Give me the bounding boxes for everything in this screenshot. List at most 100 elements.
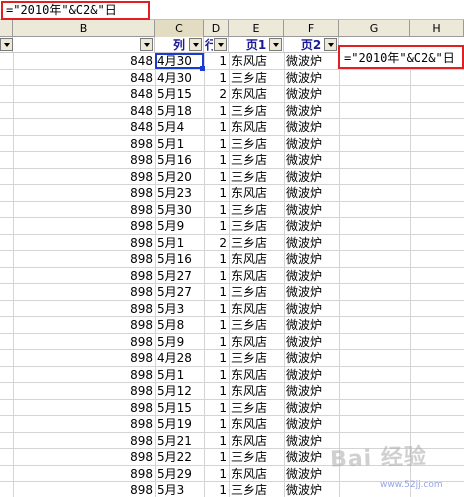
cell-b[interactable]: 848 <box>13 119 155 135</box>
cell-e[interactable]: 东风店 <box>229 466 284 482</box>
col-header-h[interactable]: H <box>410 20 464 37</box>
cell-f[interactable]: 微波炉 <box>284 53 339 69</box>
cell-e[interactable]: 三乡店 <box>229 482 284 497</box>
cell-d[interactable]: 1 <box>204 284 229 300</box>
cell-b[interactable]: 898 <box>13 367 155 383</box>
cell-c[interactable]: 5月9 <box>155 334 204 350</box>
cell-c[interactable]: 4月30 <box>155 70 204 86</box>
filter-dropdown-b-icon[interactable] <box>140 38 153 51</box>
cell-c[interactable]: 5月9 <box>155 218 204 234</box>
cell-c[interactable]: 5月12 <box>155 383 204 399</box>
cell-d[interactable]: 1 <box>204 449 229 465</box>
cell-e[interactable]: 东风店 <box>229 119 284 135</box>
cell-e[interactable]: 三乡店 <box>229 218 284 234</box>
cell-b[interactable]: 898 <box>13 268 155 284</box>
col-header-e[interactable]: E <box>229 20 284 37</box>
cell-f[interactable]: 微波炉 <box>284 334 339 350</box>
cell-e[interactable]: 东风店 <box>229 86 284 102</box>
cell-e[interactable]: 东风店 <box>229 334 284 350</box>
cell-d[interactable]: 1 <box>204 70 229 86</box>
cell-b[interactable]: 898 <box>13 169 155 185</box>
cell-b[interactable]: 898 <box>13 350 155 366</box>
cell-c[interactable]: 5月1 <box>155 136 204 152</box>
cell-e[interactable]: 三乡店 <box>229 449 284 465</box>
filter-dropdown-e-icon[interactable] <box>269 38 282 51</box>
cell-b[interactable]: 898 <box>13 334 155 350</box>
cell-d[interactable]: 1 <box>204 53 229 69</box>
cell-f[interactable]: 微波炉 <box>284 350 339 366</box>
cell-b[interactable]: 848 <box>13 86 155 102</box>
cell-c[interactable]: 5月19 <box>155 416 204 432</box>
cell-b[interactable]: 898 <box>13 136 155 152</box>
cell-f[interactable]: 微波炉 <box>284 400 339 416</box>
cell-d[interactable]: 1 <box>204 301 229 317</box>
cell-f[interactable]: 微波炉 <box>284 103 339 119</box>
cell-f[interactable]: 微波炉 <box>284 235 339 251</box>
cell-f[interactable]: 微波炉 <box>284 185 339 201</box>
cell-f[interactable]: 微波炉 <box>284 416 339 432</box>
cell-e[interactable]: 东风店 <box>229 53 284 69</box>
cell-f[interactable]: 微波炉 <box>284 119 339 135</box>
cell-f[interactable]: 微波炉 <box>284 202 339 218</box>
cell-c[interactable]: 5月3 <box>155 482 204 497</box>
cell-f[interactable]: 微波炉 <box>284 70 339 86</box>
cell-f[interactable]: 微波炉 <box>284 136 339 152</box>
cell-f[interactable]: 微波炉 <box>284 86 339 102</box>
cell-b[interactable]: 848 <box>13 103 155 119</box>
cell-d[interactable]: 2 <box>204 86 229 102</box>
cell-e[interactable]: 东风店 <box>229 301 284 317</box>
cell-d[interactable]: 1 <box>204 482 229 497</box>
cell-c[interactable]: 5月16 <box>155 152 204 168</box>
fill-handle[interactable] <box>200 66 205 71</box>
cell-e[interactable]: 东风店 <box>229 268 284 284</box>
cell-e[interactable]: 东风店 <box>229 383 284 399</box>
cell-e[interactable]: 东风店 <box>229 251 284 267</box>
cell-c[interactable]: 5月1 <box>155 367 204 383</box>
cell-b[interactable]: 898 <box>13 235 155 251</box>
cell-d[interactable]: 2 <box>204 235 229 251</box>
filter-dropdown-a-icon[interactable] <box>0 38 13 51</box>
cell-d[interactable]: 1 <box>204 317 229 333</box>
cell-f[interactable]: 微波炉 <box>284 152 339 168</box>
cell-b[interactable]: 898 <box>13 152 155 168</box>
cell-d[interactable]: 1 <box>204 466 229 482</box>
cell-f[interactable]: 微波炉 <box>284 284 339 300</box>
cell-d[interactable]: 1 <box>204 433 229 449</box>
filter-dropdown-c-icon[interactable] <box>189 38 202 51</box>
cell-c[interactable]: 5月21 <box>155 433 204 449</box>
cell-e[interactable]: 东风店 <box>229 416 284 432</box>
cell-b[interactable]: 848 <box>13 53 155 69</box>
cell-c[interactable]: 5月18 <box>155 103 204 119</box>
cell-b[interactable]: 898 <box>13 433 155 449</box>
cell-f[interactable]: 微波炉 <box>284 169 339 185</box>
cell-b[interactable]: 898 <box>13 466 155 482</box>
cell-d[interactable]: 1 <box>204 268 229 284</box>
cell-b[interactable]: 898 <box>13 383 155 399</box>
cell-e[interactable]: 三乡店 <box>229 400 284 416</box>
col-header-d[interactable]: D <box>204 20 229 37</box>
cell-b[interactable]: 898 <box>13 400 155 416</box>
cell-b[interactable]: 898 <box>13 284 155 300</box>
cell-d[interactable]: 1 <box>204 416 229 432</box>
col-header-a[interactable] <box>0 20 13 37</box>
cell-d[interactable]: 1 <box>204 136 229 152</box>
cell-e[interactable]: 三乡店 <box>229 152 284 168</box>
cell-f[interactable]: 微波炉 <box>284 482 339 497</box>
col-header-f[interactable]: F <box>284 20 339 37</box>
col-header-g[interactable]: G <box>339 20 410 37</box>
cell-f[interactable]: 微波炉 <box>284 383 339 399</box>
cell-b[interactable]: 898 <box>13 301 155 317</box>
cell-c[interactable]: 5月29 <box>155 466 204 482</box>
cell-e[interactable]: 三乡店 <box>229 70 284 86</box>
cell-c[interactable]: 5月16 <box>155 251 204 267</box>
g-formula-cell[interactable]: ="2010年"&C2&"日 <box>338 45 464 69</box>
cell-d[interactable]: 1 <box>204 185 229 201</box>
cell-f[interactable]: 微波炉 <box>284 268 339 284</box>
cell-b[interactable]: 898 <box>13 482 155 497</box>
cell-f[interactable]: 微波炉 <box>284 317 339 333</box>
cell-c[interactable]: 4月30 <box>155 53 204 69</box>
col-header-c[interactable]: C <box>155 20 204 37</box>
cell-d[interactable]: 1 <box>204 334 229 350</box>
cell-c[interactable]: 5月15 <box>155 400 204 416</box>
filter-dropdown-f-icon[interactable] <box>324 38 337 51</box>
